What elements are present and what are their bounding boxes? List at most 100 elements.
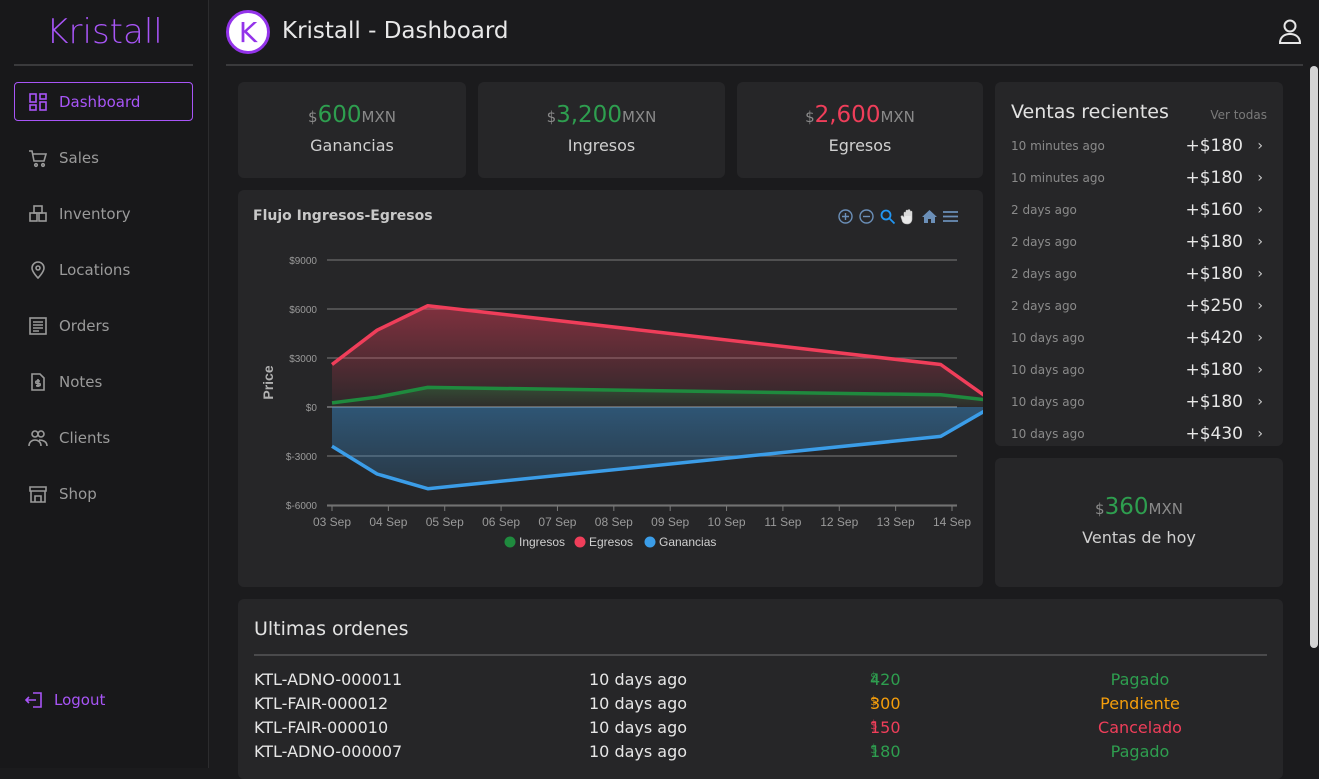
sidebar-item-locations[interactable]: Locations [14,250,193,289]
currency-symbol: $ [546,108,557,126]
legend-label: Ingresos [519,535,565,549]
chevron-right-icon[interactable]: › [1257,170,1263,186]
sale-time: 10 days ago [1011,395,1085,409]
chevron-right-icon[interactable]: › [1257,426,1263,442]
legend-marker [504,536,516,548]
orders-table: KTL-ADNO-000011 10 days ago $420 Pagado KTL-… [254,670,1267,766]
sale-time: 2 days ago [1011,299,1077,313]
sale-amount: +$160 [1185,200,1243,220]
stat-card-ingresos: $3,200MXN Ingresos [478,82,725,178]
stat-label: Ventas de hoy [1082,528,1196,547]
store-icon [29,485,47,503]
brand-logo[interactable]: Kristall [0,12,209,52]
sale-amount: +$180 [1185,392,1243,412]
series-area-ganancias [332,407,983,489]
x-tick-label: 07 Sep [538,515,576,529]
y-tick-label: $6000 [289,305,317,316]
chevron-right-icon[interactable]: › [1257,394,1263,410]
x-tick-label: 13 Sep [877,515,915,529]
logout-button[interactable]: Logout [24,690,105,710]
sidebar-item-clients[interactable]: Clients [14,418,193,457]
order-amount-value: 420 [870,670,901,689]
legend-marker [644,536,656,548]
recent-sale-row[interactable]: 2 days ago +$160 › [1011,194,1267,226]
recent-sale-row[interactable]: 2 days ago +$250 › [1011,290,1267,322]
app-avatar: K [226,10,270,54]
stat-amount: $600MXN [238,102,466,128]
sidebar-item-label: Dashboard [59,92,141,111]
map-pin-icon [31,260,45,279]
chevron-right-icon[interactable]: › [1257,266,1263,282]
y-tick-label: $-3000 [286,452,318,463]
recent-sale-row[interactable]: 10 days ago +$420 › [1011,322,1267,354]
view-all-link[interactable]: Ver todas [1210,108,1267,122]
sidebar-nav: Dashboard Sales Inventory Locations Orde… [14,82,193,530]
table-row[interactable]: KTL-ADNO-000011 10 days ago $420 Pagado [254,670,1267,694]
stat-label: Ganancias [310,136,394,155]
recent-sale-row[interactable]: 10 days ago +$180 › [1011,386,1267,418]
chevron-right-icon[interactable]: › [1257,330,1263,346]
x-tick-label: 10 Sep [708,515,746,529]
sale-time: 10 minutes ago [1011,139,1105,153]
order-time: 10 days ago [589,742,688,761]
orders-divider [254,654,1267,656]
chevron-right-icon[interactable]: › [1257,234,1263,250]
legend-marker [574,536,586,548]
recent-sale-row[interactable]: 10 days ago +$430 › [1011,418,1267,450]
x-tick-label: 11 Sep [764,515,801,529]
recent-sale-row[interactable]: 10 minutes ago +$180 › [1011,130,1267,162]
table-row[interactable]: KTL-FAIR-000012 10 days ago $300 Pendiente [254,694,1267,718]
recent-sale-row[interactable]: 10 days ago +$180 › [1011,354,1267,386]
sale-time: 10 days ago [1011,363,1085,377]
sidebar-item-inventory[interactable]: Inventory [14,194,193,233]
sidebar-item-dashboard[interactable]: Dashboard [14,82,193,121]
user-icon[interactable] [1277,18,1303,44]
recent-sale-row[interactable]: 2 days ago +$180 › [1011,226,1267,258]
sale-amount: +$180 [1185,232,1243,252]
currency-symbol: $ [805,108,815,126]
sidebar-item-label: Clients [59,428,111,447]
y-tick-label: $0 [306,403,318,414]
sale-time: 10 days ago [1011,427,1085,441]
chevron-right-icon[interactable]: › [1257,298,1263,314]
stat-value: 3,200 [556,102,622,128]
table-row[interactable]: KTL-ADNO-000007 10 days ago $180 Pagado [254,742,1267,766]
stat-card-egresos: $2,600MXN Egresos [737,82,983,178]
x-tick-label: 09 Sep [651,515,689,529]
invoice-icon [31,372,45,391]
x-tick-label: 04 Sep [369,515,407,529]
sale-amount: +$250 [1185,296,1243,316]
logout-icon [24,692,42,708]
sidebar-item-label: Inventory [59,204,131,223]
sale-amount: +$180 [1185,360,1243,380]
order-id: KTL-FAIR-000012 [254,694,389,713]
order-id: KTL-ADNO-000007 [254,742,403,761]
sale-amount: +$180 [1185,168,1243,188]
orders-card: Ultimas ordenes KTL-ADNO-000011 10 days a… [238,599,1283,779]
x-tick-label: 14 Sep [933,515,971,529]
scrollbar-thumb[interactable] [1310,66,1318,648]
sidebar-item-notes[interactable]: Notes [14,362,193,401]
today-sales-card: $360MXN Ventas de hoy [995,458,1283,587]
orders-title: Ultimas ordenes [254,618,409,640]
sidebar-item-sales[interactable]: Sales [14,138,193,177]
sidebar: Kristall Dashboard Sales Inventory Locat… [0,0,209,768]
chevron-right-icon[interactable]: › [1257,138,1263,154]
stat-amount: $2,600MXN [737,102,983,128]
sale-time: 10 days ago [1011,331,1085,345]
chevron-right-icon[interactable]: › [1257,362,1263,378]
sidebar-item-label: Orders [59,316,110,335]
order-amount-value: 180 [870,742,901,761]
recent-sale-row[interactable]: 10 minutes ago +$180 › [1011,162,1267,194]
chevron-right-icon[interactable]: › [1257,202,1263,218]
sidebar-item-shop[interactable]: Shop [14,474,193,513]
table-row[interactable]: KTL-FAIR-000010 10 days ago $150 Cancelado [254,718,1267,742]
sale-time: 2 days ago [1011,203,1077,217]
chart-plot: $9000 $6000 $3000 $0 $-3000 $-6000 Price 03 Sep… [260,256,983,549]
recent-sale-row[interactable]: 2 days ago +$180 › [1011,258,1267,290]
order-amount-value: 300 [870,694,901,713]
stat-card-ganancias: $600MXN Ganancias [238,82,466,178]
y-tick-label: $9000 [289,256,317,267]
order-time: 10 days ago [589,694,688,713]
sidebar-item-orders[interactable]: Orders [14,306,193,345]
